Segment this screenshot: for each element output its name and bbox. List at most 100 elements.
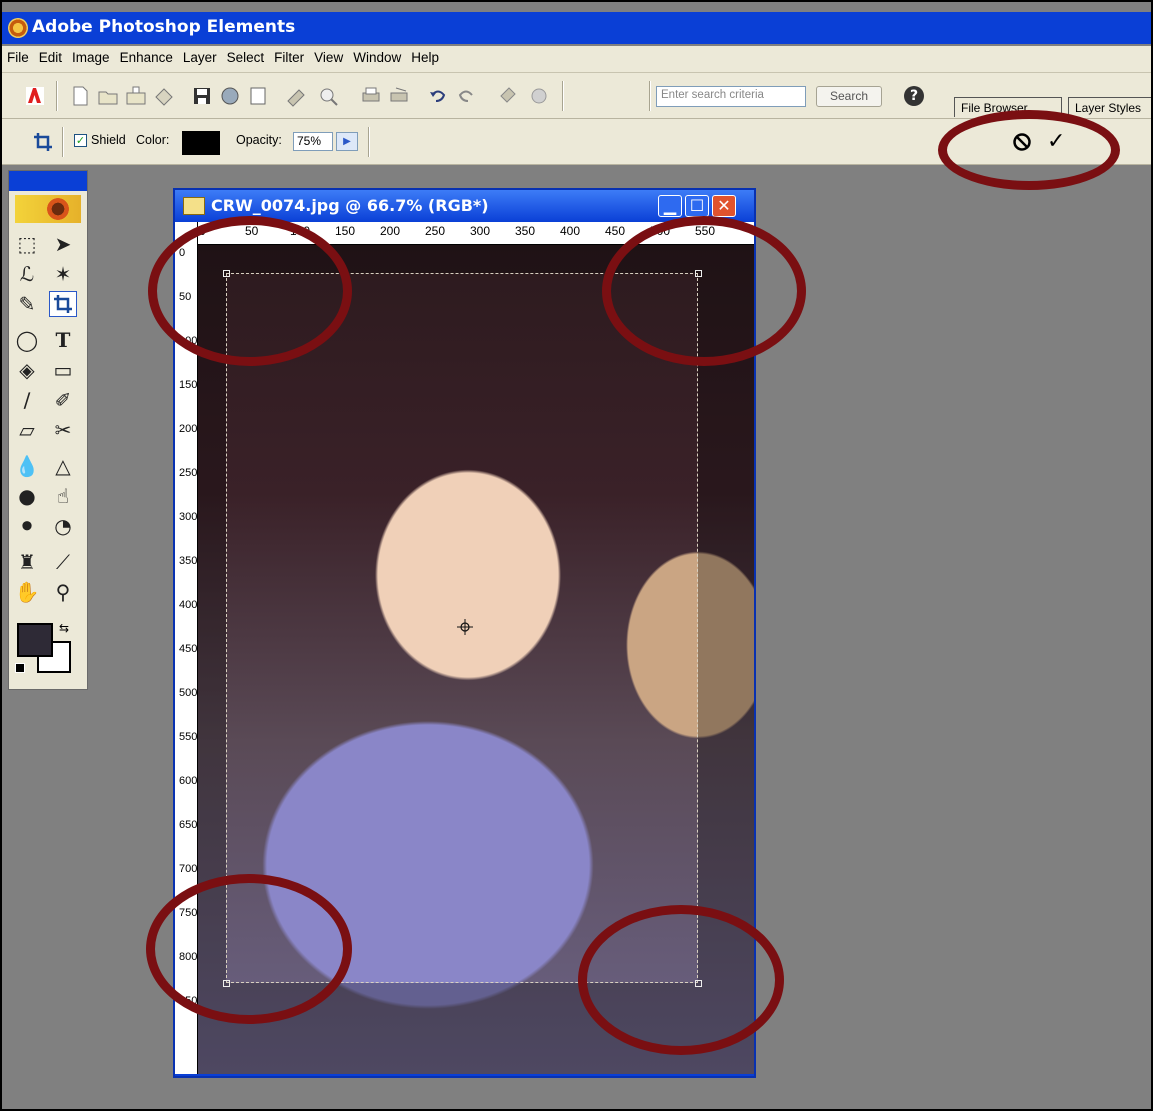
ruler-v-label: 300 [179,511,198,523]
print-preview-icon[interactable] [318,85,340,107]
menu-edit[interactable]: Edit [34,46,67,65]
quick-fix-icon[interactable] [528,85,550,107]
hand-tool-icon[interactable]: ✋ [13,579,41,605]
shape-tool-icon[interactable]: ◯ [13,327,41,353]
menu-select[interactable]: Select [222,46,270,65]
online-print-icon[interactable] [388,85,410,107]
brush-tool-icon[interactable]: ∕ [13,387,41,413]
burn-tool-icon[interactable]: ⚫ [13,513,41,539]
menu-layer[interactable]: Layer [178,46,222,65]
app-window: Adobe Photoshop Elements File Edit Image En… [0,0,1153,1111]
color-label: Color: [136,133,170,147]
menu-view[interactable]: View [309,46,348,65]
ruler-v-label: 200 [179,423,198,435]
attach-email-icon[interactable] [285,85,307,107]
smudge-tool-icon[interactable]: ☝ [49,483,77,509]
crop-tool-selected-icon[interactable] [49,291,77,317]
toolbox-logo [15,195,81,223]
undo-icon[interactable] [427,85,449,107]
search-button[interactable]: Search [816,86,882,107]
opacity-arrow-icon[interactable]: ▶ [336,132,358,151]
default-colors-icon[interactable] [15,663,25,673]
ruler-h-label: 250 [425,224,446,238]
type-tool-icon[interactable]: T [49,327,77,353]
ruler-h-label: 400 [560,224,581,238]
shield-color-swatch[interactable] [182,131,220,155]
document-icon [183,197,205,215]
help-icon[interactable]: ? [904,86,924,106]
ruler-v-label: 500 [179,687,198,699]
lasso-tool-icon[interactable]: ℒ [13,261,41,287]
ruler-v-label: 650 [179,819,198,831]
ruler-v-label: 350 [179,555,198,567]
ruler-v-label: 150 [179,379,198,391]
toolbox-header [9,171,87,191]
gradient-tool-icon[interactable]: ▭ [49,357,77,383]
selection-brush-tool-icon[interactable]: ✎ [13,291,41,317]
save-for-web-icon[interactable] [219,85,241,107]
shortcuts-bar: Enter search criteria Search ? File Brow… [2,73,1151,119]
ruler-h-label: 300 [470,224,491,238]
crop-tool-icon [34,133,52,151]
ruler-v-label: 600 [179,775,198,787]
adobe-logo-icon[interactable] [24,85,46,107]
opacity-label: Opacity: [236,133,282,147]
blur-tool-icon[interactable]: 💧 [13,453,41,479]
open-icon[interactable] [97,85,119,107]
shield-label: Shield [91,133,126,147]
dodge-tool-icon[interactable]: ◔ [49,513,77,539]
ruler-h-label: 150 [335,224,356,238]
maximize-button[interactable]: ☐ [685,195,709,217]
marquee-tool-icon[interactable]: ⬚ [13,231,41,257]
document-title: CRW_0074.jpg @ 66.7% (RGB*) [211,196,489,215]
eraser-tool-icon[interactable]: ▱ [13,417,41,443]
menu-file[interactable]: File [2,46,34,65]
menu-enhance[interactable]: Enhance [115,46,178,65]
pencil-tool-icon[interactable]: ✐ [49,387,77,413]
opacity-input[interactable]: 75% [293,132,333,151]
sponge-tool-icon[interactable]: ● [13,483,41,509]
menu-image[interactable]: Image [67,46,115,65]
move-tool-icon[interactable]: ➤ [49,231,77,257]
sharpen-tool-icon[interactable]: △ [49,453,77,479]
ruler-v-label: 700 [179,863,198,875]
ruler-h-label: 450 [605,224,626,238]
eyedropper-tool-icon[interactable]: ⟋ [49,549,77,575]
print-icon[interactable] [360,85,382,107]
annotation-ellipse-commit [938,110,1120,190]
shield-checkbox[interactable]: ✓ [74,134,87,147]
pdf-icon[interactable] [247,85,269,107]
tab-layer-styles[interactable]: Layer Styles [1068,97,1151,117]
annotation-ellipse-bottom-right [578,905,784,1055]
menu-bar: File Edit Image Enhance Layer Select Filter Vie… [2,46,1151,73]
search-input[interactable]: Enter search criteria [656,86,806,107]
menu-window[interactable]: Window [348,46,406,65]
import-icon[interactable] [125,85,147,107]
annotation-ellipse-top-right [602,216,806,366]
red-eye-tool-icon[interactable]: ✂ [49,417,77,443]
app-title: Adobe Photoshop Elements [32,17,296,37]
online-services-icon[interactable] [153,85,175,107]
swap-colors-icon[interactable]: ⇆ [59,621,69,635]
save-icon[interactable] [191,85,213,107]
annotation-ellipse-bottom-left [146,874,352,1024]
crop-center-icon[interactable] [457,619,473,635]
minimize-button[interactable]: ▁ [658,195,682,217]
app-icon [8,18,28,38]
ruler-v-label: 400 [179,599,198,611]
toolbox: ⬚ ➤ ℒ ✶ ✎ ◯ T ◈ ▭ ∕ ✐ ▱ ✂ 💧 △ ● ☝ ⚫ ◔ ♜ … [8,170,88,690]
menu-help[interactable]: Help [406,46,444,65]
step-backward-icon[interactable] [497,85,519,107]
clone-stamp-tool-icon[interactable]: ♜ [13,549,41,575]
magic-wand-tool-icon[interactable]: ✶ [49,261,77,287]
paint-bucket-tool-icon[interactable]: ◈ [13,357,41,383]
ruler-h-label: 200 [380,224,401,238]
new-file-icon[interactable] [69,85,91,107]
foreground-color-swatch[interactable] [17,623,53,657]
title-bar: Adobe Photoshop Elements [2,12,1151,44]
zoom-tool-icon[interactable]: ⚲ [49,579,77,605]
close-button[interactable]: ✕ [712,195,736,217]
redo-icon[interactable] [455,85,477,107]
menu-filter[interactable]: Filter [269,46,309,65]
ruler-v-label: 450 [179,643,198,655]
